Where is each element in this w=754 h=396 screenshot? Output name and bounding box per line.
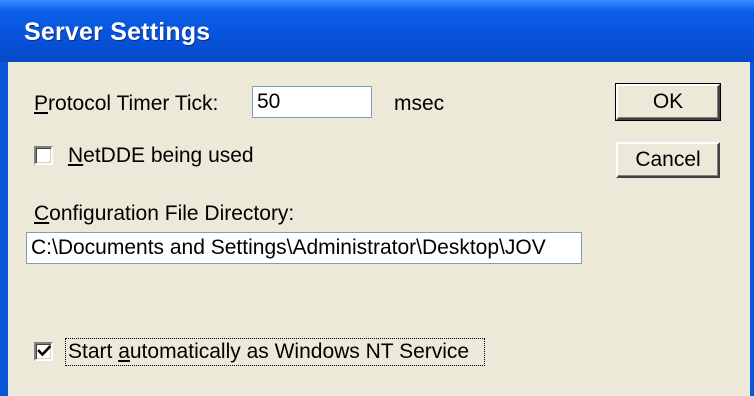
config-dir-mnemonic: C (34, 202, 50, 225)
protocol-timer-label: Protocol Timer Tick: (34, 92, 218, 116)
config-dir-label: Configuration File Directory: (34, 202, 294, 226)
checkmark-icon (37, 345, 52, 357)
config-dir-label-text: onfiguration File Directory: (49, 202, 295, 225)
nt-service-label-prefix: Start (68, 340, 119, 363)
dialog-title: Server Settings (24, 18, 211, 46)
nt-service-label[interactable]: Start automatically as Windows NT Servic… (68, 340, 469, 364)
netdde-checkbox[interactable] (34, 146, 53, 165)
config-dir-input[interactable] (26, 232, 582, 264)
netdde-mnemonic: N (68, 144, 84, 167)
protocol-timer-label-text: rotocol Timer Tick: (48, 92, 219, 115)
netdde-label[interactable]: NetDDE being used (68, 144, 254, 168)
title-bar[interactable]: Server Settings (0, 0, 754, 62)
ok-button[interactable]: OK (615, 83, 721, 121)
nt-service-label-text: utomatically as Windows NT Service (129, 340, 470, 363)
server-settings-dialog: Server Settings Protocol Timer Tick: mse… (0, 0, 754, 396)
protocol-timer-input[interactable] (252, 86, 372, 118)
cancel-button[interactable]: Cancel (616, 142, 720, 178)
protocol-timer-mnemonic: P (34, 92, 49, 115)
protocol-timer-unit: msec (394, 92, 445, 115)
dialog-client-area: Protocol Timer Tick: msec NetDDE being u… (8, 62, 750, 396)
netdde-label-text: etDDE being used (83, 144, 254, 167)
nt-service-mnemonic: a (118, 340, 130, 363)
nt-service-checkbox[interactable] (34, 342, 53, 361)
